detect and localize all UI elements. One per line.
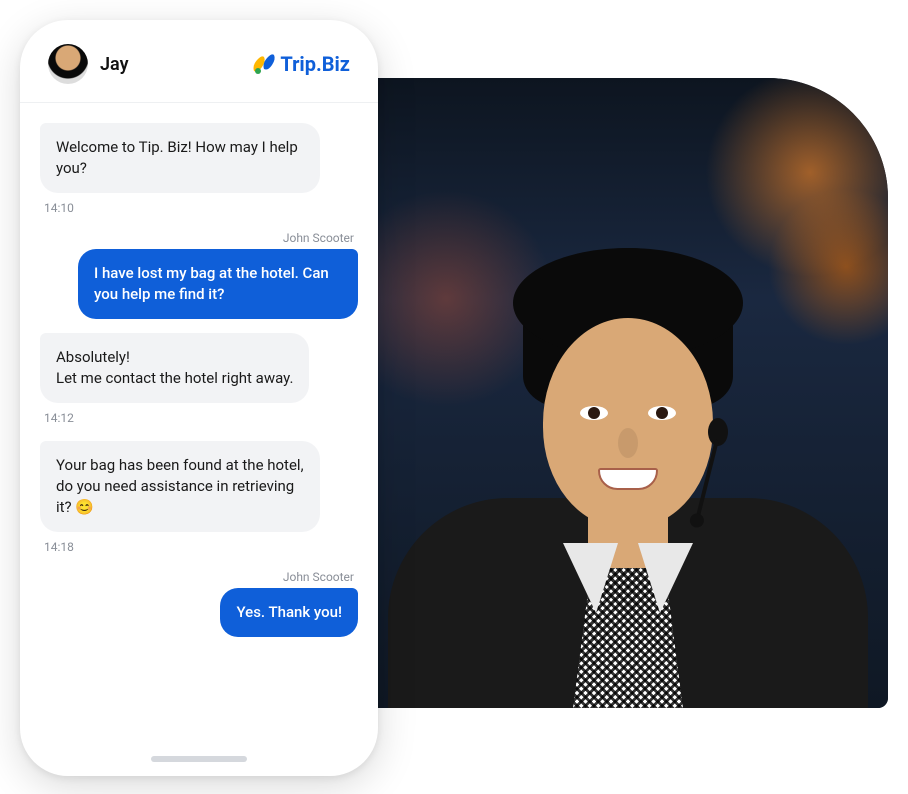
home-indicator — [151, 756, 247, 762]
chat-header: Jay Trip.Biz — [20, 20, 378, 103]
user-message: John Scooter I have lost my bag at the h… — [40, 231, 358, 319]
message-bubble: I have lost my bag at the hotel. Can you… — [78, 249, 358, 319]
agent-message: Your bag has been found at the hotel, do… — [40, 441, 358, 570]
sender-name: John Scooter — [279, 231, 358, 245]
chat-thread[interactable]: Welcome to Tip. Biz! How may I help you?… — [20, 103, 378, 647]
chat-phone-frame: Jay Trip.Biz Welcome to Tip. Biz! How ma… — [20, 20, 378, 776]
message-timestamp: 14:10 — [44, 201, 74, 215]
agent-name: Jay — [100, 54, 129, 75]
message-bubble: Your bag has been found at the hotel, do… — [40, 441, 320, 532]
message-timestamp: 14:18 — [44, 540, 74, 554]
sender-name: John Scooter — [279, 570, 358, 584]
brand-icon — [250, 51, 276, 77]
agent-message: Welcome to Tip. Biz! How may I help you?… — [40, 123, 358, 231]
user-message: John Scooter Yes. Thank you! — [40, 570, 358, 637]
agent-message: Absolutely! Let me contact the hotel rig… — [40, 333, 358, 441]
agent-avatar — [48, 44, 88, 84]
message-bubble: Absolutely! Let me contact the hotel rig… — [40, 333, 309, 403]
brand-logo: Trip.Biz — [250, 51, 350, 77]
support-agent-photo — [368, 78, 888, 708]
message-bubble: Yes. Thank you! — [220, 588, 358, 637]
message-timestamp: 14:12 — [44, 411, 74, 425]
message-bubble: Welcome to Tip. Biz! How may I help you? — [40, 123, 320, 193]
brand-name: Trip.Biz — [280, 52, 350, 76]
